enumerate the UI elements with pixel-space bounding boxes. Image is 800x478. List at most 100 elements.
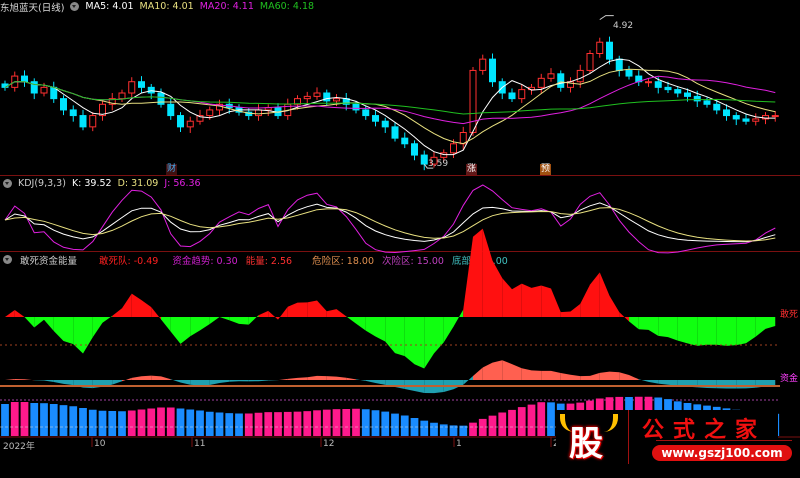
gansi-area-segment <box>619 312 629 322</box>
fund-area-segment <box>365 380 376 383</box>
fund-area-segment <box>5 378 15 380</box>
energy-bar <box>157 407 165 436</box>
energy-bar <box>420 420 429 436</box>
fund-area-segment <box>609 371 620 380</box>
fund-area-segment <box>44 380 54 383</box>
fund-area-segment <box>278 378 288 381</box>
candle-body <box>586 53 594 71</box>
fund-area-segment <box>326 376 337 380</box>
gansi-area-segment <box>424 317 434 369</box>
energy-bar <box>264 412 273 436</box>
gansi-area-segment <box>141 300 152 317</box>
energy-bar <box>322 409 331 436</box>
gansi-area-segment <box>248 315 259 325</box>
energy-bar <box>79 408 87 436</box>
fund-area-segment <box>482 362 493 380</box>
candle-body <box>303 95 311 100</box>
energy-bar <box>49 404 58 436</box>
fund-area-segment <box>170 379 181 383</box>
energy-bar <box>488 415 497 436</box>
logo-bull-icon: 股 <box>560 414 618 464</box>
watermark-logo: 股 公式之家 www.gszj100.com <box>556 410 792 464</box>
fund-area-segment <box>63 380 74 386</box>
energy-bar <box>547 402 555 436</box>
fund-area-segment <box>658 380 668 385</box>
x-label-jan: 1 <box>456 439 462 449</box>
gansi-area-segment <box>580 284 590 317</box>
energy-bar <box>147 408 156 436</box>
candle-body <box>333 98 340 102</box>
gansi-area-segment <box>697 317 707 346</box>
gansi-area-segment <box>492 260 503 317</box>
fund-area-segment <box>346 377 356 380</box>
gansi-area-segment <box>346 316 356 324</box>
fund-area-segment <box>297 377 308 380</box>
marker-yu: 预 <box>540 164 552 175</box>
gansi-area-segment <box>502 278 512 317</box>
energy-bar <box>391 413 399 436</box>
candle-body <box>147 86 155 94</box>
fund-area-segment <box>726 380 737 389</box>
energy-bar <box>439 424 448 436</box>
gansi-area-segment <box>73 317 83 354</box>
chart-canvas[interactable] <box>0 0 800 478</box>
gansi-area-segment <box>170 317 181 344</box>
energy-bar <box>313 410 321 436</box>
candle-body <box>69 109 77 117</box>
fund-area-segment <box>307 375 317 380</box>
gansi-area-segment <box>443 317 454 343</box>
gansi-area-segment <box>34 317 44 328</box>
fund-area-segment <box>209 380 220 385</box>
energy-bar <box>498 412 507 436</box>
energy-bar <box>371 410 380 436</box>
fund-area-segment <box>668 380 678 386</box>
gansi-area-segment <box>375 317 386 342</box>
x-label-oct: 10 <box>94 439 106 449</box>
fund-area-segment <box>551 370 561 380</box>
fund-area-segment <box>570 374 581 380</box>
gansi-area-segment <box>473 228 483 317</box>
fund-area-segment <box>463 376 473 385</box>
high-pointer <box>599 15 614 21</box>
gansi-area-segment <box>307 300 317 317</box>
gansi-area-segment <box>200 317 210 331</box>
fund-area-segment <box>131 376 142 380</box>
candle-body <box>654 81 662 88</box>
candle-body <box>206 109 214 117</box>
gansi-area-segment <box>512 283 522 317</box>
gansi-area-segment <box>297 302 308 317</box>
fund-area-segment <box>707 380 717 389</box>
candle-body <box>479 58 487 71</box>
fund-area-segment <box>638 379 649 382</box>
low-price-label: 3.59 <box>428 159 449 169</box>
energy-bar <box>10 402 19 436</box>
gansi-area-segment <box>161 317 171 332</box>
energy-bar <box>352 408 360 436</box>
energy-bar <box>1 404 9 436</box>
gansi-area-segment <box>638 317 649 330</box>
gansi-area-segment <box>239 317 249 325</box>
candle-body <box>771 115 779 118</box>
fund-area-segment <box>746 380 756 389</box>
gansi-area-segment <box>453 309 464 327</box>
fund-area-segment <box>200 380 210 386</box>
gansi-area-segment <box>14 310 25 317</box>
energy-bar <box>205 411 214 436</box>
candle-body <box>381 120 389 128</box>
energy-bar <box>59 405 68 436</box>
candle-body <box>723 109 730 117</box>
fund-area-segment <box>541 370 551 380</box>
candle-body <box>674 89 682 94</box>
fund-area-segment <box>580 375 590 380</box>
gansi-area-segment <box>521 283 532 317</box>
fund-area-segment <box>287 377 298 380</box>
energy-bar <box>361 409 370 436</box>
gansi-area-segment <box>736 317 746 346</box>
gansi-area-segment <box>365 317 376 337</box>
energy-bar <box>108 411 117 436</box>
gansi-right-label: 敢死 <box>779 310 798 320</box>
fund-area-segment <box>375 380 386 385</box>
candle-body <box>742 118 750 122</box>
fund-area-segment <box>473 367 483 380</box>
fund-area-segment <box>531 370 542 380</box>
